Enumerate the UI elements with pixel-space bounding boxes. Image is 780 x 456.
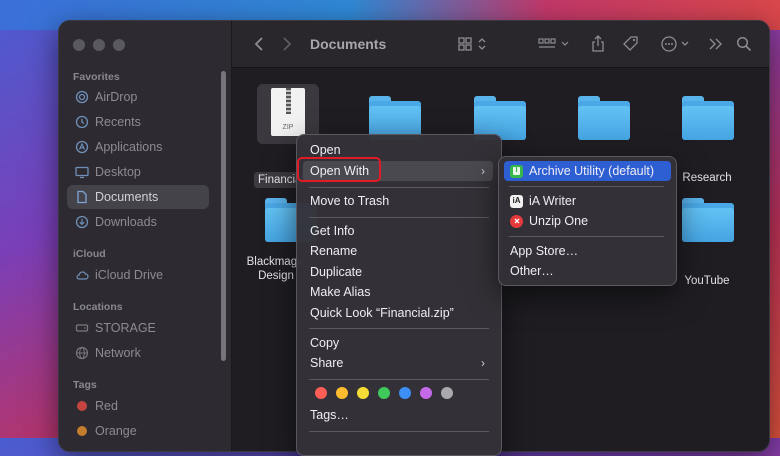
search-icon[interactable] bbox=[736, 35, 752, 53]
sidebar-item-label: Network bbox=[95, 346, 141, 360]
sidebar-section-favorites: Favorites bbox=[73, 71, 120, 83]
menu-item-duplicate[interactable]: Duplicate bbox=[303, 262, 493, 282]
tag-yellow-dot[interactable] bbox=[357, 387, 369, 399]
group-icon[interactable] bbox=[538, 35, 572, 53]
sidebar-item-desktop[interactable]: Desktop bbox=[67, 160, 209, 184]
sidebar-item-label: AirDrop bbox=[95, 90, 138, 104]
sidebar-item-storage[interactable]: STORAGE bbox=[67, 316, 209, 340]
tag-dot-icon bbox=[75, 424, 89, 438]
sidebar-item-label: Documents bbox=[95, 190, 159, 204]
sidebar-item-applications[interactable]: Applications bbox=[67, 135, 209, 159]
forward-icon[interactable] bbox=[280, 35, 294, 53]
tag-orange-dot[interactable] bbox=[336, 387, 348, 399]
submenu-item-label: iA Writer bbox=[529, 194, 576, 208]
folder-icon[interactable] bbox=[578, 96, 630, 140]
sidebar-item-label: Recents bbox=[95, 115, 141, 129]
menu-item-rename[interactable]: Rename bbox=[303, 241, 493, 261]
icon-view-icon[interactable] bbox=[458, 35, 492, 53]
menu-item-share[interactable]: Share › bbox=[303, 353, 493, 373]
minimize-button[interactable] bbox=[93, 39, 105, 51]
ia-writer-icon: iA bbox=[510, 194, 523, 208]
sidebar-item-label: Downloads bbox=[95, 215, 157, 229]
menu-item-label: Share bbox=[310, 356, 344, 370]
context-menu: Open Open With › Move to Trash Get Info … bbox=[296, 134, 502, 456]
menu-item-tags[interactable]: Tags… bbox=[303, 405, 493, 425]
sidebar-section-icloud: iCloud bbox=[73, 248, 106, 260]
tag-green-dot[interactable] bbox=[378, 387, 390, 399]
submenu-item-label: Archive Utility (default) bbox=[529, 164, 655, 178]
sidebar-item-documents[interactable]: Documents bbox=[67, 185, 209, 209]
sidebar-item-airdrop[interactable]: AirDrop bbox=[67, 85, 209, 109]
sidebar-item-icloud-drive[interactable]: iCloud Drive bbox=[67, 263, 209, 287]
sidebar-tag-red[interactable]: Red bbox=[67, 394, 209, 418]
menu-separator bbox=[309, 431, 489, 432]
close-button[interactable] bbox=[73, 39, 85, 51]
submenu-item-app-store[interactable]: App Store… bbox=[504, 241, 671, 261]
sidebar-item-label: Orange bbox=[95, 424, 137, 438]
menu-item-get-info[interactable]: Get Info bbox=[303, 221, 493, 241]
highlight-annotation-box bbox=[297, 157, 381, 182]
menu-separator bbox=[509, 236, 664, 237]
document-icon bbox=[75, 190, 89, 204]
applications-icon bbox=[75, 140, 89, 154]
menu-item-copy[interactable]: Copy bbox=[303, 333, 493, 353]
folder-icon[interactable] bbox=[682, 198, 734, 242]
open-with-submenu: Archive Utility (default) iA iA Writer U… bbox=[498, 156, 677, 286]
zoom-button[interactable] bbox=[113, 39, 125, 51]
unzip-one-icon bbox=[510, 214, 523, 228]
tag-icon[interactable] bbox=[622, 35, 640, 53]
tag-dot-icon bbox=[75, 399, 89, 413]
menu-item-move-to-trash[interactable]: Move to Trash bbox=[303, 191, 493, 211]
menu-item-make-alias[interactable]: Make Alias bbox=[303, 282, 493, 302]
clock-icon bbox=[75, 115, 89, 129]
sidebar-item-downloads[interactable]: Downloads bbox=[67, 210, 209, 234]
tag-blue-dot[interactable] bbox=[399, 387, 411, 399]
menu-item-quick-look[interactable]: Quick Look “Financial.zip” bbox=[303, 303, 493, 323]
submenu-item-ia-writer[interactable]: iA iA Writer bbox=[504, 191, 671, 211]
sidebar-item-label: STORAGE bbox=[95, 321, 156, 335]
sidebar-section-locations: Locations bbox=[73, 301, 123, 313]
tag-color-row bbox=[315, 387, 453, 399]
sidebar-item-label: Applications bbox=[95, 140, 163, 154]
chevron-right-icon: › bbox=[481, 356, 485, 370]
desktop-icon bbox=[75, 165, 89, 179]
submenu-item-unzip-one[interactable]: Unzip One bbox=[504, 211, 671, 231]
share-icon[interactable] bbox=[590, 35, 606, 53]
submenu-item-label: Unzip One bbox=[529, 214, 589, 228]
submenu-item-other[interactable]: Other… bbox=[504, 261, 671, 281]
sidebar-item-label: Desktop bbox=[95, 165, 141, 179]
window-title: Documents bbox=[310, 36, 387, 52]
tag-red-dot[interactable] bbox=[315, 387, 327, 399]
zip-icon-text: ZIP bbox=[282, 124, 294, 131]
airdrop-icon bbox=[75, 90, 89, 104]
sidebar-item-label: iCloud Drive bbox=[95, 268, 164, 282]
tag-purple-dot[interactable] bbox=[420, 387, 432, 399]
cloud-icon bbox=[75, 268, 89, 282]
sidebar-item-network[interactable]: Network bbox=[67, 341, 209, 365]
menu-separator bbox=[309, 187, 489, 188]
sidebar-scrollbar[interactable] bbox=[221, 71, 226, 361]
sidebar-item-recents[interactable]: Recents bbox=[67, 110, 209, 134]
tag-gray-dot[interactable] bbox=[441, 387, 453, 399]
menu-separator bbox=[509, 186, 664, 187]
menu-separator bbox=[309, 217, 489, 218]
overflow-icon[interactable] bbox=[708, 35, 724, 53]
more-icon[interactable] bbox=[660, 35, 692, 53]
menu-separator bbox=[309, 379, 489, 380]
sidebar: Favorites AirDrop Recents Applications D… bbox=[59, 21, 232, 451]
toolbar: Documents bbox=[232, 21, 769, 68]
submenu-item-archive-utility[interactable]: Archive Utility (default) bbox=[504, 161, 671, 181]
sidebar-section-tags: Tags bbox=[73, 379, 97, 391]
menu-separator bbox=[309, 328, 489, 329]
window-controls bbox=[73, 39, 125, 51]
sidebar-item-label: Red bbox=[95, 399, 118, 413]
back-icon[interactable] bbox=[252, 35, 266, 53]
download-icon bbox=[75, 215, 89, 229]
chevron-right-icon: › bbox=[481, 164, 485, 178]
folder-icon[interactable] bbox=[682, 96, 734, 140]
archive-utility-icon bbox=[510, 164, 523, 178]
globe-icon bbox=[75, 346, 89, 360]
sidebar-tag-orange[interactable]: Orange bbox=[67, 419, 209, 443]
drive-icon bbox=[75, 321, 89, 335]
